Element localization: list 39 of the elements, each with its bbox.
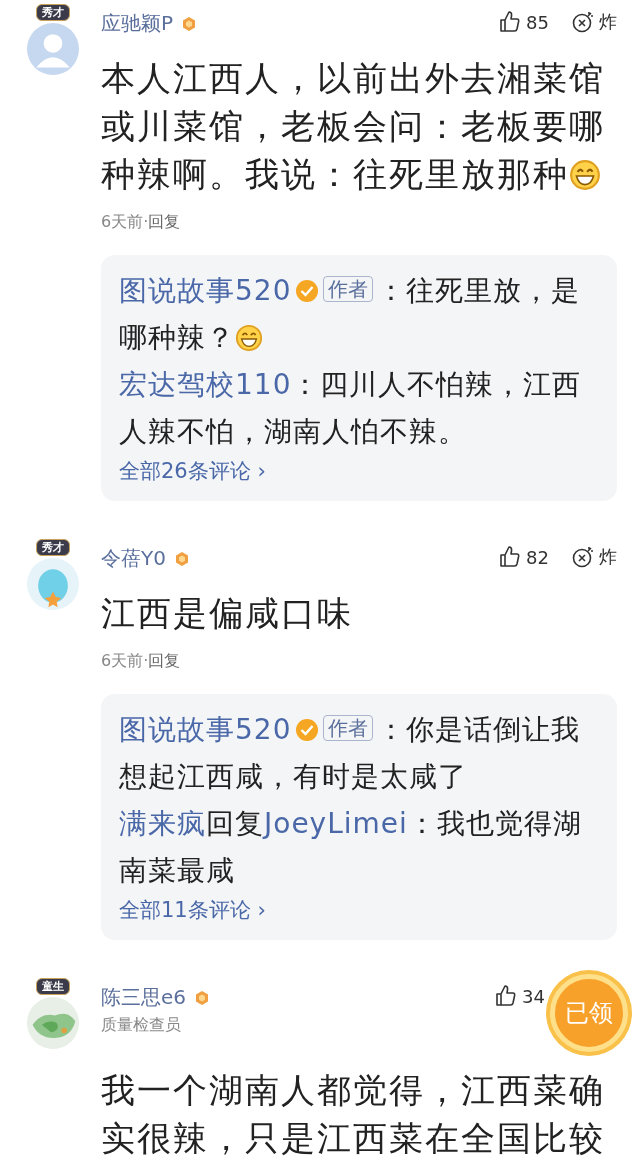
bomb-button[interactable]: 炸 (571, 10, 617, 34)
reply-text: 图说故事520 $^{作者}$ ：往死里放，是哪种辣？ (119, 273, 582, 356)
author-tag: 作者 (323, 715, 374, 741)
reply-text: 宏达驾校110：四川人不怕辣，江西人辣不怕，湖南人怕不辣。 (119, 367, 583, 450)
reply-author-link[interactable]: 宏达驾校110 (119, 368, 292, 401)
avatar-drawing[interactable] (27, 558, 79, 610)
reply-author-link[interactable]: 图说故事520 (119, 274, 292, 307)
reply-author-link[interactable]: 图说故事520 (119, 713, 292, 746)
user-title: 质量检查员 (101, 1015, 182, 1036)
bomb-button[interactable]: 炸 (571, 545, 617, 569)
reply-text: 满来疯回复JoeyLimei：我也觉得湖南菜最咸 (119, 806, 583, 889)
reply-text: 图说故事520 $^{作者}$ ：你是话倒让我想起江西咸，有时是太咸了 (119, 712, 582, 795)
reply-target-link[interactable]: JoeyLimei (264, 807, 408, 840)
like-button[interactable]: 82 (498, 545, 549, 569)
username[interactable]: 令蓓Y0 (101, 545, 166, 572)
view-all-replies-link[interactable]: 全部11条评论 › (119, 894, 266, 926)
rank-badge: 秀才 (36, 539, 70, 556)
level-icon (173, 550, 190, 567)
reply-author-link[interactable]: 满来疯 (119, 807, 206, 840)
rank-badge: 秀才 (36, 4, 70, 21)
reply-link[interactable]: 回复 (148, 651, 181, 672)
username[interactable]: 陈三思e6 (101, 984, 187, 1011)
timestamp: 6天前· (101, 651, 149, 672)
view-all-replies-link[interactable]: 全部26条评论 › (119, 455, 266, 487)
author-tag: 作者 (323, 276, 374, 302)
comment-text: 我一个湖南人都觉得，江西菜确实很辣，只是江西菜在全国比较 (101, 1069, 606, 1160)
like-button[interactable]: 34 (494, 984, 545, 1008)
like-button[interactable]: 85 (498, 10, 549, 34)
bomb-icon (571, 545, 595, 569)
bomb-icon (571, 10, 595, 34)
reply-link[interactable]: 回复 (148, 212, 181, 233)
level-icon (181, 15, 198, 32)
comment-text: 本人江西人，以前出外去湘菜馆或川菜馆，老板会问：老板要哪种辣啊。我说：往死里放那种 (101, 57, 606, 196)
username[interactable]: 应驰颖P (101, 10, 174, 37)
level-icon (194, 989, 211, 1006)
comment-text: 江西是偏咸口味 (101, 592, 354, 635)
rank-badge: 童生 (36, 978, 70, 995)
timestamp: 6天前· (101, 212, 149, 233)
avatar-silhouette[interactable] (27, 23, 79, 75)
